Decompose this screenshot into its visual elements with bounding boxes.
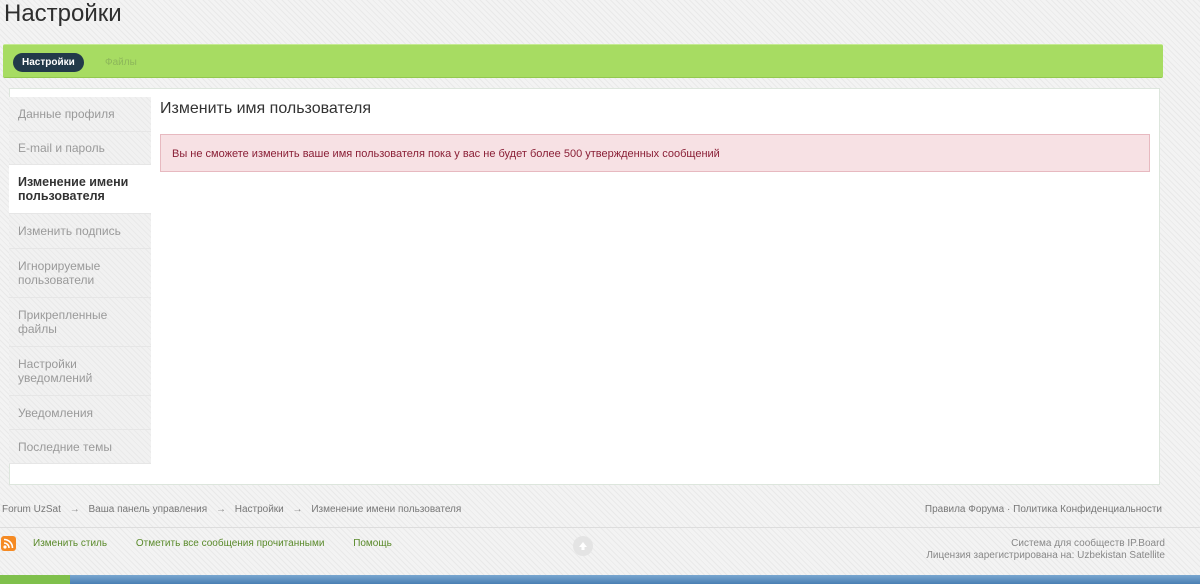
error-message: Вы не сможете изменить ваше имя пользова… (160, 134, 1150, 172)
sidebar-item-email-password[interactable]: E-mail и пароль (9, 132, 151, 165)
scroll-to-top-button[interactable] (573, 536, 593, 556)
sidebar-item-label: E-mail и пароль (18, 141, 105, 155)
credits-line-1: Система для сообществ IP.Board (1011, 538, 1165, 549)
credits: Система для сообществ IP.Board Лицензия … (926, 538, 1165, 562)
sidebar-item-label: Изменить подпись (18, 224, 121, 238)
rss-icon[interactable] (1, 536, 16, 551)
breadcrumb-separator: → (69, 504, 80, 515)
content-title: Изменить имя пользователя (160, 100, 371, 117)
page-title: Настройки (4, 0, 122, 27)
arrow-up-icon (579, 542, 587, 550)
breadcrumb-item-current[interactable]: Изменение имени пользователя (311, 504, 461, 515)
bottom-strip (0, 575, 1200, 584)
tab-files[interactable]: Файлы (105, 53, 137, 72)
sidebar-item-label: Последние темы (18, 439, 112, 454)
tab-settings[interactable]: Настройки (13, 53, 84, 72)
footer-divider (0, 527, 1200, 528)
change-style-link[interactable]: Изменить стиль (33, 538, 107, 549)
breadcrumb-item-control-panel[interactable]: Ваша панель управления (88, 504, 207, 515)
credits-line-2: Лицензия зарегистрирована на: Uzbekistan… (926, 550, 1165, 561)
tab-bar: Настройки Файлы (3, 44, 1163, 78)
sidebar-item-label: Уведомления (18, 405, 94, 420)
privacy-policy-link[interactable]: Политика Конфиденциальности (1013, 504, 1162, 515)
footer-dot: · (1007, 504, 1011, 515)
sidebar-item-label: Прикрепленные файлы (18, 308, 108, 336)
sidebar-item-ignored-users[interactable]: Игнорируемые пользователи (9, 249, 151, 298)
sidebar-item-recent-topics[interactable]: Последние темы (9, 430, 151, 464)
sidebar-item-label: Данные профиля (18, 107, 115, 121)
settings-sidebar: Данные профиля E-mail и пароль Изменение… (9, 97, 151, 464)
breadcrumb: Forum UzSat → Ваша панель управления → Н… (2, 504, 461, 515)
breadcrumb-separator: → (215, 504, 226, 515)
breadcrumb-separator: → (292, 504, 303, 515)
sidebar-item-label: Игнорируемые пользователи (18, 259, 101, 287)
sidebar-item-attachments[interactable]: Прикрепленные файлы (9, 298, 151, 347)
bottom-strip-accent (0, 575, 70, 584)
sidebar-item-profile[interactable]: Данные профиля (9, 97, 151, 132)
breadcrumb-item-forum[interactable]: Forum UzSat (2, 504, 61, 515)
sidebar-item-label: Изменение имени пользователя (18, 175, 129, 203)
sidebar-item-change-username[interactable]: Изменение имени пользователя (9, 165, 151, 214)
breadcrumb-item-settings[interactable]: Настройки (235, 504, 284, 515)
sidebar-item-label: Настройки уведомлений (18, 357, 93, 385)
mark-all-read-link[interactable]: Отметить все сообщения прочитанными (136, 538, 325, 549)
help-link[interactable]: Помощь (353, 538, 392, 549)
sidebar-item-notifications[interactable]: Уведомления (9, 396, 151, 430)
sidebar-item-notification-settings[interactable]: Настройки уведомлений (9, 347, 151, 396)
sidebar-item-signature[interactable]: Изменить подпись (9, 214, 151, 249)
footer-links: Изменить стиль Отметить все сообщения пр… (33, 538, 418, 549)
footer-policy-links: Правила Форума · Политика Конфиденциальн… (925, 504, 1162, 515)
forum-rules-link[interactable]: Правила Форума (925, 504, 1004, 515)
